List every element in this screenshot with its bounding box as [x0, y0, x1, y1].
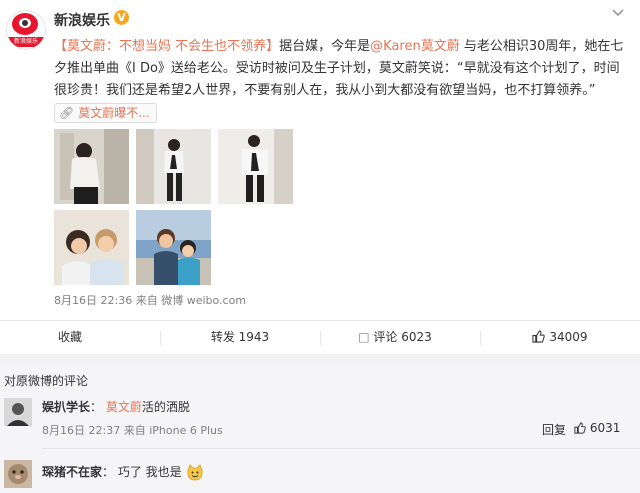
chevron-down-icon[interactable] [612, 6, 624, 20]
comment-like-button[interactable]: 6031 [574, 421, 620, 435]
post-content: 【莫文蔚：不想当妈 不会生也不领养】据台媒，今年是@Karen莫文蔚 与老公相识… [54, 36, 624, 124]
like-button[interactable]: 34009 [480, 321, 640, 354]
comment-divider [42, 448, 640, 449]
post-photo-4[interactable] [54, 210, 129, 285]
avatar-label: 新浪娱乐 [7, 37, 45, 47]
post-source[interactable]: 微博 weibo.com [161, 294, 246, 307]
link-icon: 🔗︎ [59, 105, 75, 120]
comment-icon: □ [358, 330, 370, 344]
source-prefix: 来自 [135, 294, 158, 307]
article-link-chip[interactable]: 🔗︎ 莫文蔚曝不... [54, 102, 157, 123]
repost-button[interactable]: 转发 1943 [160, 321, 320, 354]
post-mention[interactable]: @Karen莫文蔚 [370, 39, 460, 54]
account-avatar[interactable]: 新浪娱乐 [6, 10, 46, 50]
weibo-eye-icon [19, 18, 31, 28]
post-photo-5[interactable] [136, 210, 211, 285]
post-username[interactable]: 新浪娱乐 [54, 10, 110, 30]
post-meta: 8月16日 22:36 来自 微博 weibo.com [54, 292, 246, 308]
favorite-button[interactable]: 收藏 [0, 321, 140, 354]
post-timestamp[interactable]: 8月16日 22:36 [54, 294, 132, 307]
post-photo-1[interactable] [54, 129, 129, 204]
comment-body: 娱扒学长： 莫文蔚活的洒脱 [42, 398, 190, 415]
commenter-avatar[interactable] [4, 460, 32, 488]
comment-source-prefix: 来自 [123, 424, 146, 437]
comment-button[interactable]: □ 评论 6023 [320, 321, 470, 354]
comments-header: 对原微博的评论 [4, 374, 89, 388]
comment-time: 8月16日 22:37 [42, 424, 121, 437]
comment-count: 评论 6023 [373, 330, 432, 344]
link-chip-label: 莫文蔚曝不... [78, 105, 150, 120]
weibo-post: 新浪娱乐 新浪娱乐 V 【莫文蔚：不想当妈 不会生也不领养】据台媒，今年是@Ka… [0, 0, 640, 320]
section-gap [0, 354, 640, 366]
comment-separator: ： [102, 465, 115, 479]
comment-text: 活的洒脱 [141, 400, 190, 414]
reply-button[interactable]: 回复 [542, 421, 566, 438]
comments-section: 对原微博的评论 娱扒学长： 莫文蔚活的洒脱 8月16日 22:37 来自 iPh… [0, 366, 640, 493]
verified-badge-icon: V [114, 10, 129, 25]
comment-separator: ： [90, 400, 103, 414]
commenter-name[interactable]: 娱扒学长 [42, 400, 90, 414]
cat-emoji-icon [186, 463, 204, 482]
comment-source: iPhone 6 Plus [149, 424, 223, 437]
comment-text: 巧了 我也是 [117, 465, 182, 479]
commenter-avatar[interactable] [4, 398, 32, 426]
action-bar: 收藏 转发 1943 □ 评论 6023 34009 [0, 320, 640, 355]
comment-item: 琛猪不在家： 巧了 我也是 [0, 454, 640, 493]
comment-meta: 8月16日 22:37 来自 iPhone 6 Plus [42, 422, 223, 438]
comment-mention[interactable]: 莫文蔚 [106, 400, 142, 414]
post-topic[interactable]: 【莫文蔚：不想当妈 不会生也不领养】 [54, 39, 279, 54]
thumbs-up-icon [532, 330, 549, 344]
post-photo-2[interactable] [136, 129, 211, 204]
like-count: 34009 [549, 330, 588, 344]
commenter-name[interactable]: 琛猪不在家 [42, 465, 102, 479]
thumbs-up-icon [574, 421, 590, 435]
comment-like-count: 6031 [589, 421, 621, 435]
post-text-1: 据台媒，今年是 [279, 39, 371, 54]
comment-item: 娱扒学长： 莫文蔚活的洒脱 8月16日 22:37 来自 iPhone 6 Pl… [0, 392, 640, 452]
post-photo-3[interactable] [218, 129, 293, 204]
comment-body: 琛猪不在家： 巧了 我也是 [42, 463, 204, 482]
